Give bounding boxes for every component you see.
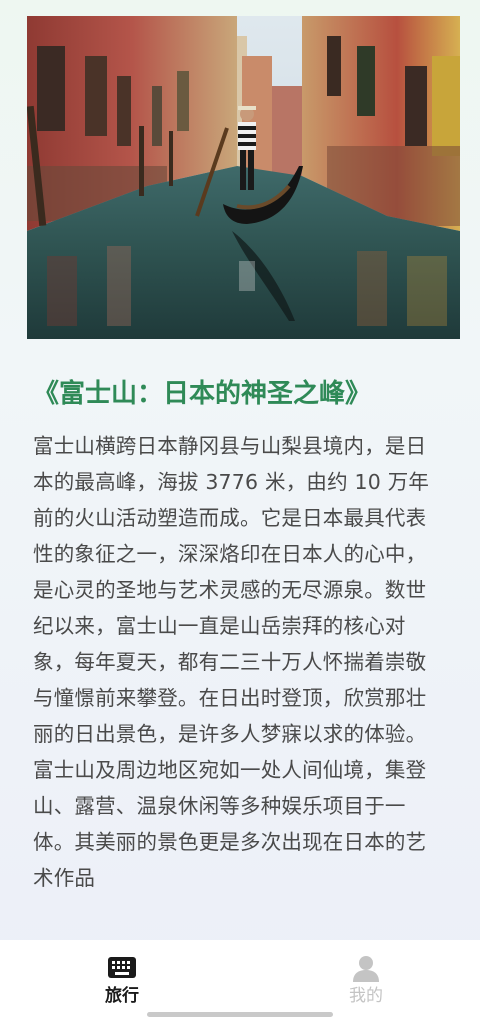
person-icon bbox=[350, 954, 382, 982]
home-indicator[interactable] bbox=[147, 1012, 333, 1017]
article-title: 《富士山：日本的神圣之峰》 bbox=[33, 379, 372, 409]
article-body: 富士山横跨日本静冈县与山梨县境内，是日本的最高峰，海拔 3776 米，由约 10… bbox=[33, 434, 430, 890]
hero-image bbox=[27, 16, 460, 339]
keyboard-icon bbox=[106, 954, 138, 982]
venice-canal-picture bbox=[27, 16, 460, 339]
bottom-tab-bar: 旅行 我的 bbox=[0, 940, 480, 1020]
tab-travel-label: 旅行 bbox=[105, 986, 139, 1006]
tab-travel[interactable]: 旅行 bbox=[62, 954, 182, 1014]
tab-mine-label: 我的 bbox=[349, 986, 383, 1006]
tab-mine[interactable]: 我的 bbox=[306, 954, 426, 1014]
